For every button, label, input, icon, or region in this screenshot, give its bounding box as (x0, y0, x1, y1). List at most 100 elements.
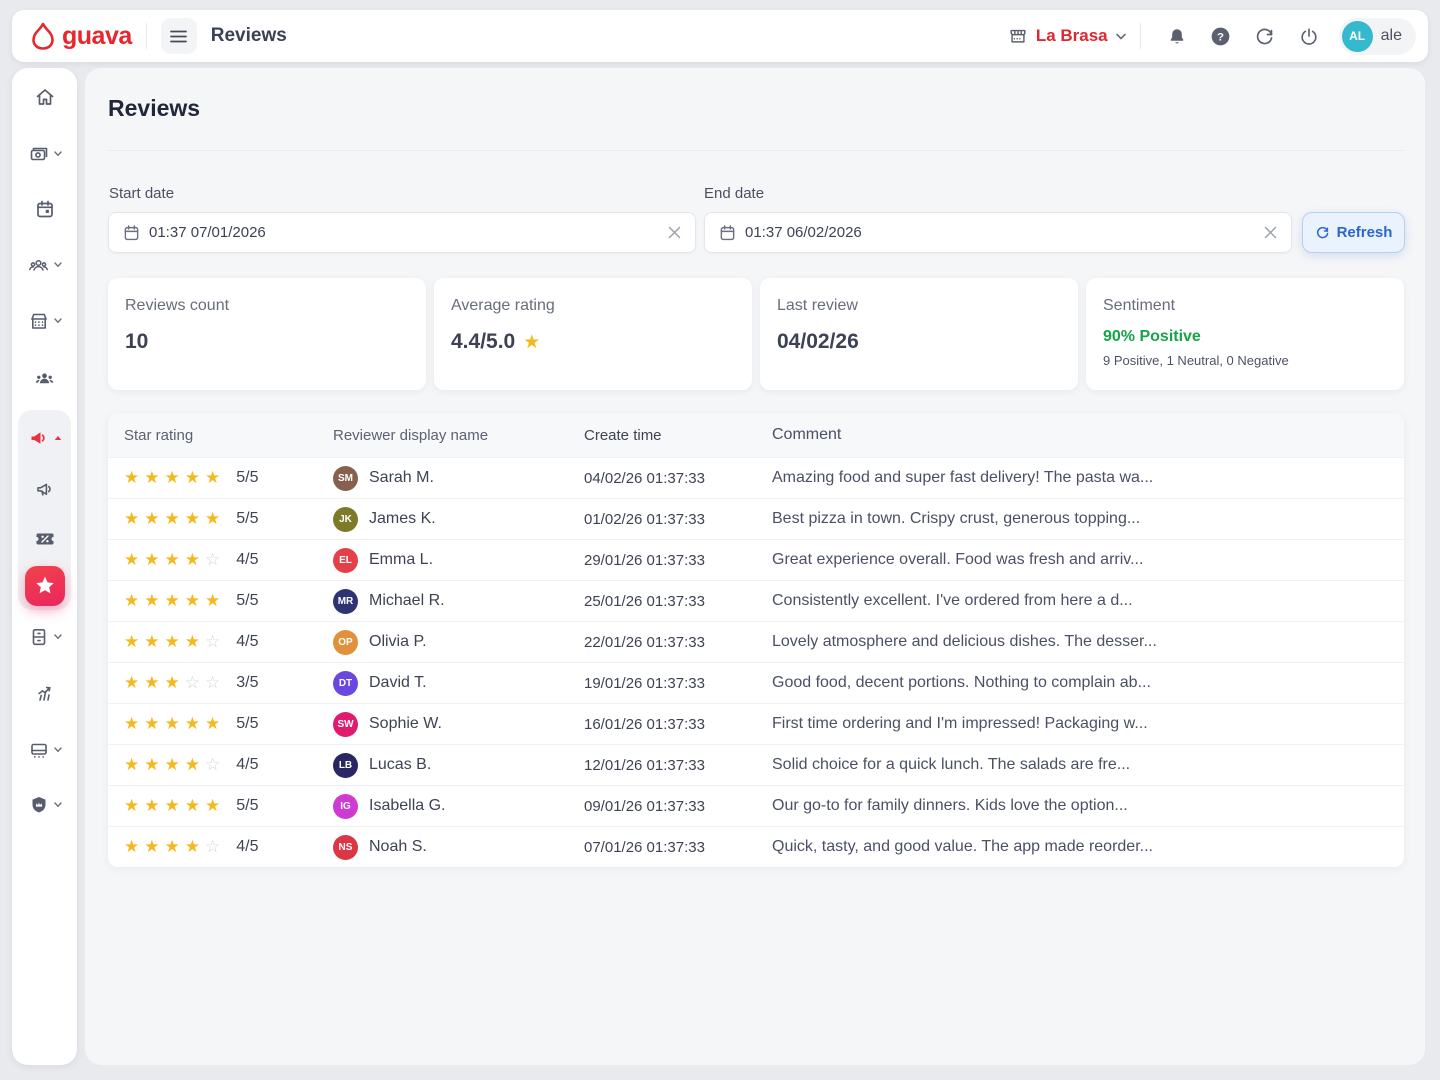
sidebar-item-calendar[interactable] (12, 189, 77, 229)
reviewer-name: Michael R. (369, 592, 445, 610)
store-icon (1008, 26, 1028, 46)
sidebar-item-reports[interactable] (12, 674, 77, 714)
bell-icon (1167, 26, 1187, 47)
rating-label: 4/5 (236, 756, 258, 774)
table-row[interactable]: ★★★★★ 5/5 IG Isabella G. 09/01/26 01:37:… (108, 785, 1404, 826)
topbar-title: Reviews (211, 25, 287, 47)
star-filled-icon: ★ (205, 591, 220, 610)
power-icon (1299, 26, 1319, 47)
star-filled-icon: ★ (165, 673, 180, 692)
table-row[interactable]: ★★★★★ 5/5 SM Sarah M. 04/02/26 01:37:33 … (108, 457, 1404, 498)
refresh-button-label: Refresh (1337, 224, 1393, 241)
sidebar-item-campaigns[interactable] (18, 465, 71, 513)
reviewer-avatar: MR (333, 589, 358, 614)
table-row[interactable]: ★★★★☆ 4/5 NS Noah S. 07/01/26 01:37:33 Q… (108, 826, 1404, 867)
sidebar-item-home[interactable] (12, 77, 77, 117)
table-row[interactable]: ★★★★☆ 4/5 OP Olivia P. 22/01/26 01:37:33… (108, 621, 1404, 662)
user-menu[interactable]: AL ale (1339, 18, 1416, 55)
star-rating: ★★★★★ (124, 796, 225, 816)
sidebar-item-staff[interactable] (12, 358, 77, 398)
table-row[interactable]: ★★★★☆ 4/5 LB Lucas B. 12/01/26 01:37:33 … (108, 744, 1404, 785)
reviewer-avatar: JK (333, 507, 358, 532)
notifications-button[interactable] (1157, 16, 1197, 56)
star-rating: ★★★★★ (124, 714, 225, 734)
star-filled-icon: ★ (144, 837, 159, 856)
star-filled-icon: ★ (165, 468, 180, 487)
sidebar-item-customers[interactable] (12, 245, 77, 285)
chevron-down-icon (54, 318, 62, 324)
logout-button[interactable] (1289, 16, 1329, 56)
chevron-down-icon (54, 747, 62, 753)
calendar-icon (123, 224, 140, 242)
reviewer-name: Sophie W. (369, 715, 442, 733)
reviewer-name: Isabella G. (369, 797, 445, 815)
star-filled-icon: ★ (185, 550, 200, 569)
table-row[interactable]: ★★★★★ 5/5 SW Sophie W. 16/01/26 01:37:33… (108, 703, 1404, 744)
star-filled-icon: ★ (124, 837, 139, 856)
divider (146, 23, 147, 49)
star-icon: ★ (523, 331, 540, 354)
star-filled-icon: ★ (185, 837, 200, 856)
star-filled-icon: ★ (165, 509, 180, 528)
sidebar-item-inventory[interactable] (12, 617, 77, 657)
reviewer-avatar: EL (333, 548, 358, 573)
topbar: guava Reviews La Brasa ? (12, 10, 1428, 62)
menu-toggle-button[interactable] (161, 18, 197, 54)
table-row[interactable]: ★★★★★ 5/5 MR Michael R. 25/01/26 01:37:3… (108, 580, 1404, 621)
star-filled-icon: ★ (124, 632, 139, 651)
divider (1140, 23, 1141, 49)
start-date-input[interactable]: 01:37 07/01/2026 (108, 212, 696, 253)
sidebar-item-admin[interactable] (12, 785, 77, 825)
star-rating: ★ ★ ★ ★ ☆ (124, 837, 225, 857)
sidebar-item-discounts[interactable] (18, 515, 71, 563)
sidebar-item-payments[interactable] (12, 134, 77, 174)
sidebar (12, 68, 77, 1065)
star-filled-icon: ★ (144, 509, 159, 528)
star-filled-icon: ★ (144, 632, 159, 651)
end-date-input[interactable]: 01:37 06/02/2026 (704, 212, 1292, 253)
clear-icon[interactable] (1264, 226, 1277, 239)
guava-pear-icon (30, 21, 56, 51)
star-filled-icon: ★ (185, 591, 200, 610)
review-comment: Best pizza in town. Crispy crust, genero… (772, 510, 1404, 528)
star-filled-icon: ★ (185, 755, 200, 774)
star-empty-icon: ☆ (205, 632, 220, 651)
review-comment: Solid choice for a quick lunch. The sala… (772, 756, 1404, 774)
payments-icon (28, 143, 50, 165)
clear-icon[interactable] (668, 226, 681, 239)
star-empty-icon: ☆ (205, 837, 220, 856)
reviewer-avatar: SW (333, 712, 358, 737)
reviews-count-value: 10 (125, 330, 409, 354)
staff-icon (33, 367, 56, 389)
sidebar-item-reviews-active[interactable] (25, 566, 65, 606)
table-row[interactable]: ★★★★★ 5/5 JK James K. 01/02/26 01:37:33 … (108, 498, 1404, 539)
star-filled-icon: ★ (124, 509, 139, 528)
create-time: 29/01/26 01:37:33 (584, 552, 772, 569)
main-content: Reviews Start date End date 01:37 07/01/… (85, 68, 1425, 1065)
table-row[interactable]: ★★★★☆ 4/5 EL Emma L. 29/01/26 01:37:33 G… (108, 539, 1404, 580)
chevron-down-icon (54, 634, 62, 640)
chevron-down-icon (54, 802, 62, 808)
reviews-count-card: Reviews count 10 (108, 278, 426, 390)
star-filled-icon: ★ (144, 673, 159, 692)
star-filled-icon: ★ (165, 837, 180, 856)
campaigns-megaphone-icon (34, 478, 56, 500)
store-selector[interactable]: La Brasa (1008, 26, 1126, 46)
sidebar-item-pos[interactable] (12, 730, 77, 770)
star-filled-icon: ★ (124, 714, 139, 733)
sidebar-item-marketing[interactable] (18, 414, 71, 462)
star-empty-icon: ☆ (205, 550, 220, 569)
star-filled-icon: ★ (185, 468, 200, 487)
start-date-value: 01:37 07/01/2026 (149, 224, 659, 241)
guava-logo[interactable]: guava (30, 21, 132, 51)
help-button[interactable]: ? (1201, 16, 1241, 56)
star-filled-icon: ★ (124, 673, 139, 692)
sync-button[interactable] (1245, 16, 1285, 56)
sidebar-item-venue[interactable] (12, 301, 77, 341)
reviewer-name: Noah S. (369, 838, 427, 856)
table-row[interactable]: ★★★☆☆ 3/5 DT David T. 19/01/26 01:37:33 … (108, 662, 1404, 703)
star-filled-icon: ★ (144, 468, 159, 487)
star-filled-icon: ★ (124, 468, 139, 487)
pos-icon (28, 739, 50, 761)
refresh-button[interactable]: Refresh (1302, 212, 1405, 253)
